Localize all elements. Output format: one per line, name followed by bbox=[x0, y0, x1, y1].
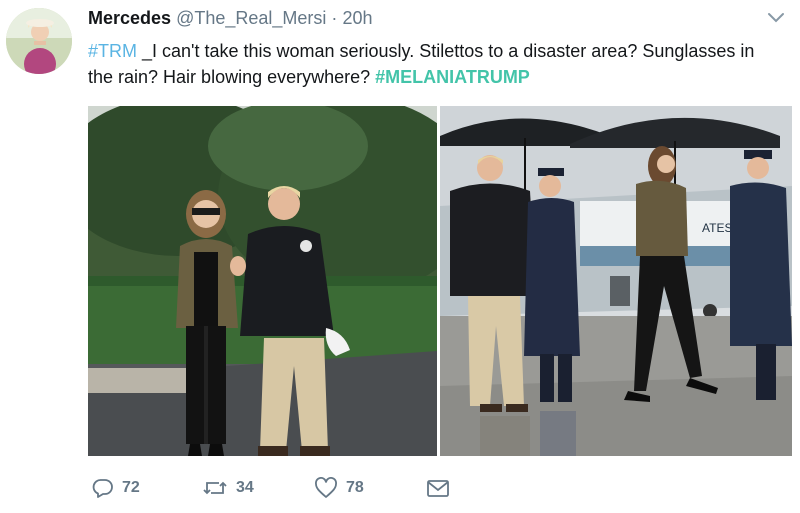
reply-button[interactable]: 72 bbox=[92, 472, 140, 504]
tweet-text: #TRM _I can't take this woman seriously.… bbox=[88, 38, 778, 90]
hashtag-trm[interactable]: #TRM bbox=[88, 41, 137, 61]
user-name[interactable]: Mercedes bbox=[88, 8, 171, 28]
reply-icon bbox=[92, 477, 114, 499]
chevron-down-icon[interactable] bbox=[766, 10, 786, 26]
retweet-button[interactable]: 34 bbox=[202, 472, 254, 504]
avatar[interactable] bbox=[6, 8, 72, 74]
photo-left[interactable] bbox=[88, 106, 437, 456]
like-count: 78 bbox=[346, 479, 364, 496]
retweet-count: 34 bbox=[236, 479, 254, 496]
separator-dot: · bbox=[331, 8, 338, 28]
dm-button[interactable] bbox=[426, 472, 450, 504]
photo-right[interactable]: ATES OF bbox=[440, 106, 792, 456]
retweet-icon bbox=[202, 477, 228, 499]
tweet-header: Mercedes @The_Real_Mersi · 20h bbox=[88, 8, 372, 30]
heart-icon bbox=[314, 477, 338, 499]
envelope-icon bbox=[426, 477, 450, 499]
reply-count: 72 bbox=[122, 479, 140, 496]
hashtag-melaniatrump[interactable]: #MELANIATRUMP bbox=[375, 67, 530, 87]
like-button[interactable]: 78 bbox=[314, 472, 364, 504]
tweet-timestamp[interactable]: 20h bbox=[342, 8, 372, 28]
tweet-media: ATES OF bbox=[88, 106, 792, 456]
user-handle[interactable]: @The_Real_Mersi bbox=[176, 8, 326, 28]
